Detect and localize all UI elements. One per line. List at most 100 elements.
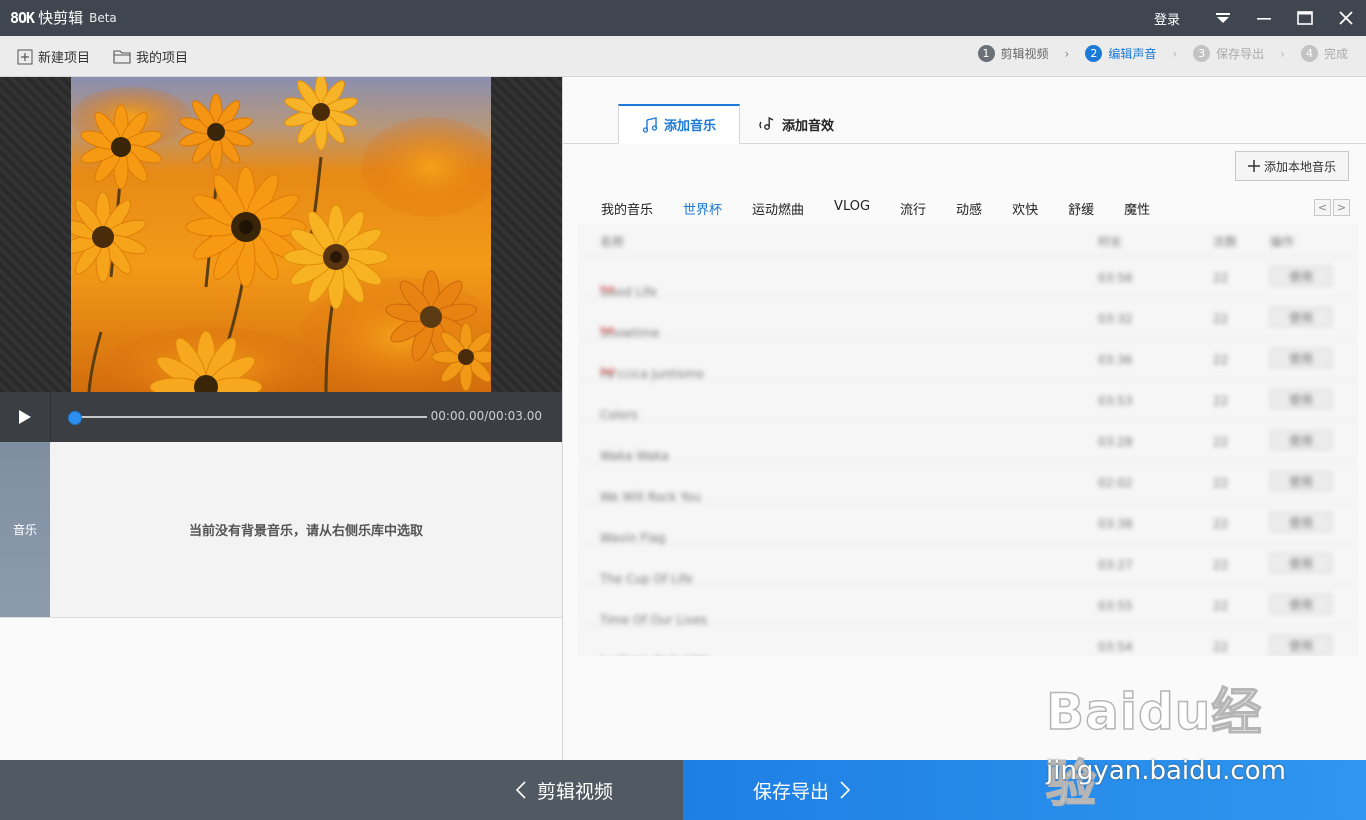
use-track-button[interactable]: 使用 (1270, 307, 1332, 327)
app-name: 快剪辑 (38, 9, 84, 27)
music-list-row[interactable]: Colors 03:53 22 使用 (578, 380, 1358, 422)
new-project-icon (17, 49, 33, 64)
track-duration: 03:53 (1098, 394, 1133, 408)
music-track-label: 音乐 (12, 523, 37, 537)
music-list-row[interactable]: Time Of Our Lives 03:55 22 使用 (578, 585, 1358, 627)
music-list-row[interactable]: We Will Rock You 02:02 22 使用 (578, 462, 1358, 504)
back-label: 剪辑视频 (536, 780, 613, 803)
music-list-row[interactable]: Pa'ccica Juntismo hot 03:36 22 使用 (578, 339, 1358, 381)
header-name: 名称 (600, 235, 625, 249)
track-duration: 02:02 (1098, 476, 1133, 490)
track-count: 22 (1213, 476, 1229, 490)
flower (185, 166, 307, 288)
step-done[interactable]: 4 完成 (1300, 45, 1348, 62)
track-duration: 03:32 (1098, 312, 1133, 326)
sound-effect-icon (759, 116, 774, 130)
category-tabs: 我的音乐 世界杯 运动燃曲 VLOG 流行 动感 欢快 舒缓 魔性 (601, 199, 1180, 218)
music-library-panel: 添加音乐 添加音效 添加本地音乐 我的音乐 世界杯 运动燃曲 VLOG 流行 动感 欢快 舒缓… (563, 77, 1366, 760)
toolbar: 新建项目 我的项目 1 剪辑视频 › 2 编辑声音 › 3 保存导出 › 4 完成 (0, 36, 1366, 77)
music-list-row[interactable]: Wavin Flag 03:38 22 使用 (578, 503, 1358, 545)
back-edit-video-button[interactable]: 剪辑视频 (0, 760, 683, 820)
use-track-button[interactable]: 使用 (1270, 348, 1332, 368)
chevron-right-icon: › (1064, 46, 1070, 61)
track-count: 22 (1213, 394, 1229, 408)
track-count: 22 (1213, 353, 1229, 367)
logo-mark: 8OK (10, 8, 35, 27)
title-bar: 8OK 快剪辑 Beta 登录 (0, 0, 1366, 36)
chevron-right-icon: › (1280, 46, 1285, 61)
use-track-button[interactable]: 使用 (1270, 471, 1332, 491)
category-tab[interactable]: 欢快 (1012, 199, 1038, 218)
category-tab[interactable]: 动感 (956, 199, 982, 218)
category-nav: < > (1314, 199, 1350, 216)
save-export-button[interactable]: 保存导出 (683, 760, 1366, 820)
track-count: 22 (1213, 640, 1229, 654)
add-local-music-button[interactable]: 添加本地音乐 (1235, 151, 1349, 181)
progress-slider[interactable] (68, 411, 427, 425)
music-list-row[interactable]: Good Life hot 03:56 22 使用 (578, 257, 1358, 299)
chevron-left-icon (515, 781, 526, 799)
category-next-button[interactable]: > (1333, 199, 1350, 216)
maximize-button[interactable] (1284, 0, 1325, 36)
use-track-button[interactable]: 使用 (1270, 635, 1332, 655)
minimize-button[interactable] (1243, 0, 1284, 36)
music-track-area: 音乐 当前没有背景音乐，请从右侧乐库中选取 (0, 442, 562, 618)
category-tab[interactable]: VLOG (834, 199, 870, 218)
tab-add-music-label: 添加音乐 (663, 119, 716, 134)
hot-badge: hot (600, 326, 615, 336)
preview-image (71, 77, 491, 392)
login-link[interactable]: 登录 (1154, 9, 1180, 28)
use-track-button[interactable]: 使用 (1270, 266, 1332, 286)
category-tab[interactable]: 运动燃曲 (752, 199, 804, 218)
new-project-button[interactable]: 新建项目 (17, 47, 90, 66)
step-save-export[interactable]: 3 保存导出 (1193, 45, 1264, 62)
track-duration: 03:38 (1098, 517, 1133, 531)
step-edit-audio[interactable]: 2 编辑声音 (1085, 45, 1156, 62)
header-op: 操作 (1270, 235, 1295, 249)
app-logo: 8OK 快剪辑 Beta (10, 7, 117, 28)
chevron-right-icon: › (1172, 46, 1178, 61)
track-duration: 03:28 (1098, 435, 1133, 449)
close-icon (1338, 11, 1353, 25)
use-track-button[interactable]: 使用 (1270, 512, 1332, 532)
hot-badge: hot (600, 285, 615, 295)
use-track-button[interactable]: 使用 (1270, 430, 1332, 450)
category-tab[interactable]: 世界杯 (683, 199, 722, 218)
close-button[interactable] (1325, 0, 1366, 36)
folder-icon (113, 50, 131, 64)
use-track-button[interactable]: 使用 (1270, 389, 1332, 409)
category-prev-button[interactable]: < (1314, 199, 1331, 216)
track-count: 22 (1213, 271, 1229, 285)
category-tab[interactable]: 我的音乐 (601, 199, 653, 218)
music-track-tab[interactable]: 音乐 (0, 442, 50, 617)
track-count: 22 (1213, 599, 1229, 613)
music-list-row[interactable]: Waka Waka 03:28 22 使用 (578, 421, 1358, 463)
music-list-row[interactable]: Showtime hot 03:32 22 使用 (578, 298, 1358, 340)
bottom-nav: 剪辑视频 保存导出 (0, 760, 1366, 820)
player-controls: 00:00.00/00:03.00 (0, 392, 562, 442)
header-count: 次数 (1213, 235, 1238, 249)
my-projects-button[interactable]: 我的项目 (113, 47, 188, 66)
tab-add-music[interactable]: 添加音乐 (618, 104, 740, 144)
step-edit-video[interactable]: 1 剪辑视频 (977, 45, 1049, 62)
category-tab[interactable]: 魔性 (1124, 199, 1150, 218)
category-tab[interactable]: 流行 (900, 199, 926, 218)
menu-dropdown-button[interactable] (1202, 0, 1243, 36)
timecode: 00:00.00/00:03.00 (430, 409, 542, 423)
video-preview (0, 77, 562, 392)
music-list-row[interactable]: The Cup Of Life 03:27 22 使用 (578, 544, 1358, 586)
minimize-icon (1256, 18, 1271, 20)
music-note-icon (642, 116, 658, 133)
chevron-right-icon (840, 781, 851, 799)
header-duration: 时长 (1098, 235, 1123, 249)
progress-steps: 1 剪辑视频 › 2 编辑声音 › 3 保存导出 › 4 完成 (977, 45, 1348, 62)
use-track-button[interactable]: 使用 (1270, 553, 1332, 573)
use-track-button[interactable]: 使用 (1270, 594, 1332, 614)
category-tab[interactable]: 舒缓 (1068, 199, 1094, 218)
progress-knob[interactable] (68, 411, 82, 425)
music-list-row[interactable]: La Copa de la Vida03:5422使用 (578, 626, 1358, 656)
left-blank-area (0, 618, 562, 760)
play-button[interactable] (0, 392, 51, 442)
empty-music-message: 当前没有背景音乐，请从右侧乐库中选取 (188, 524, 423, 539)
tab-add-effect[interactable]: 添加音效 (758, 104, 834, 144)
